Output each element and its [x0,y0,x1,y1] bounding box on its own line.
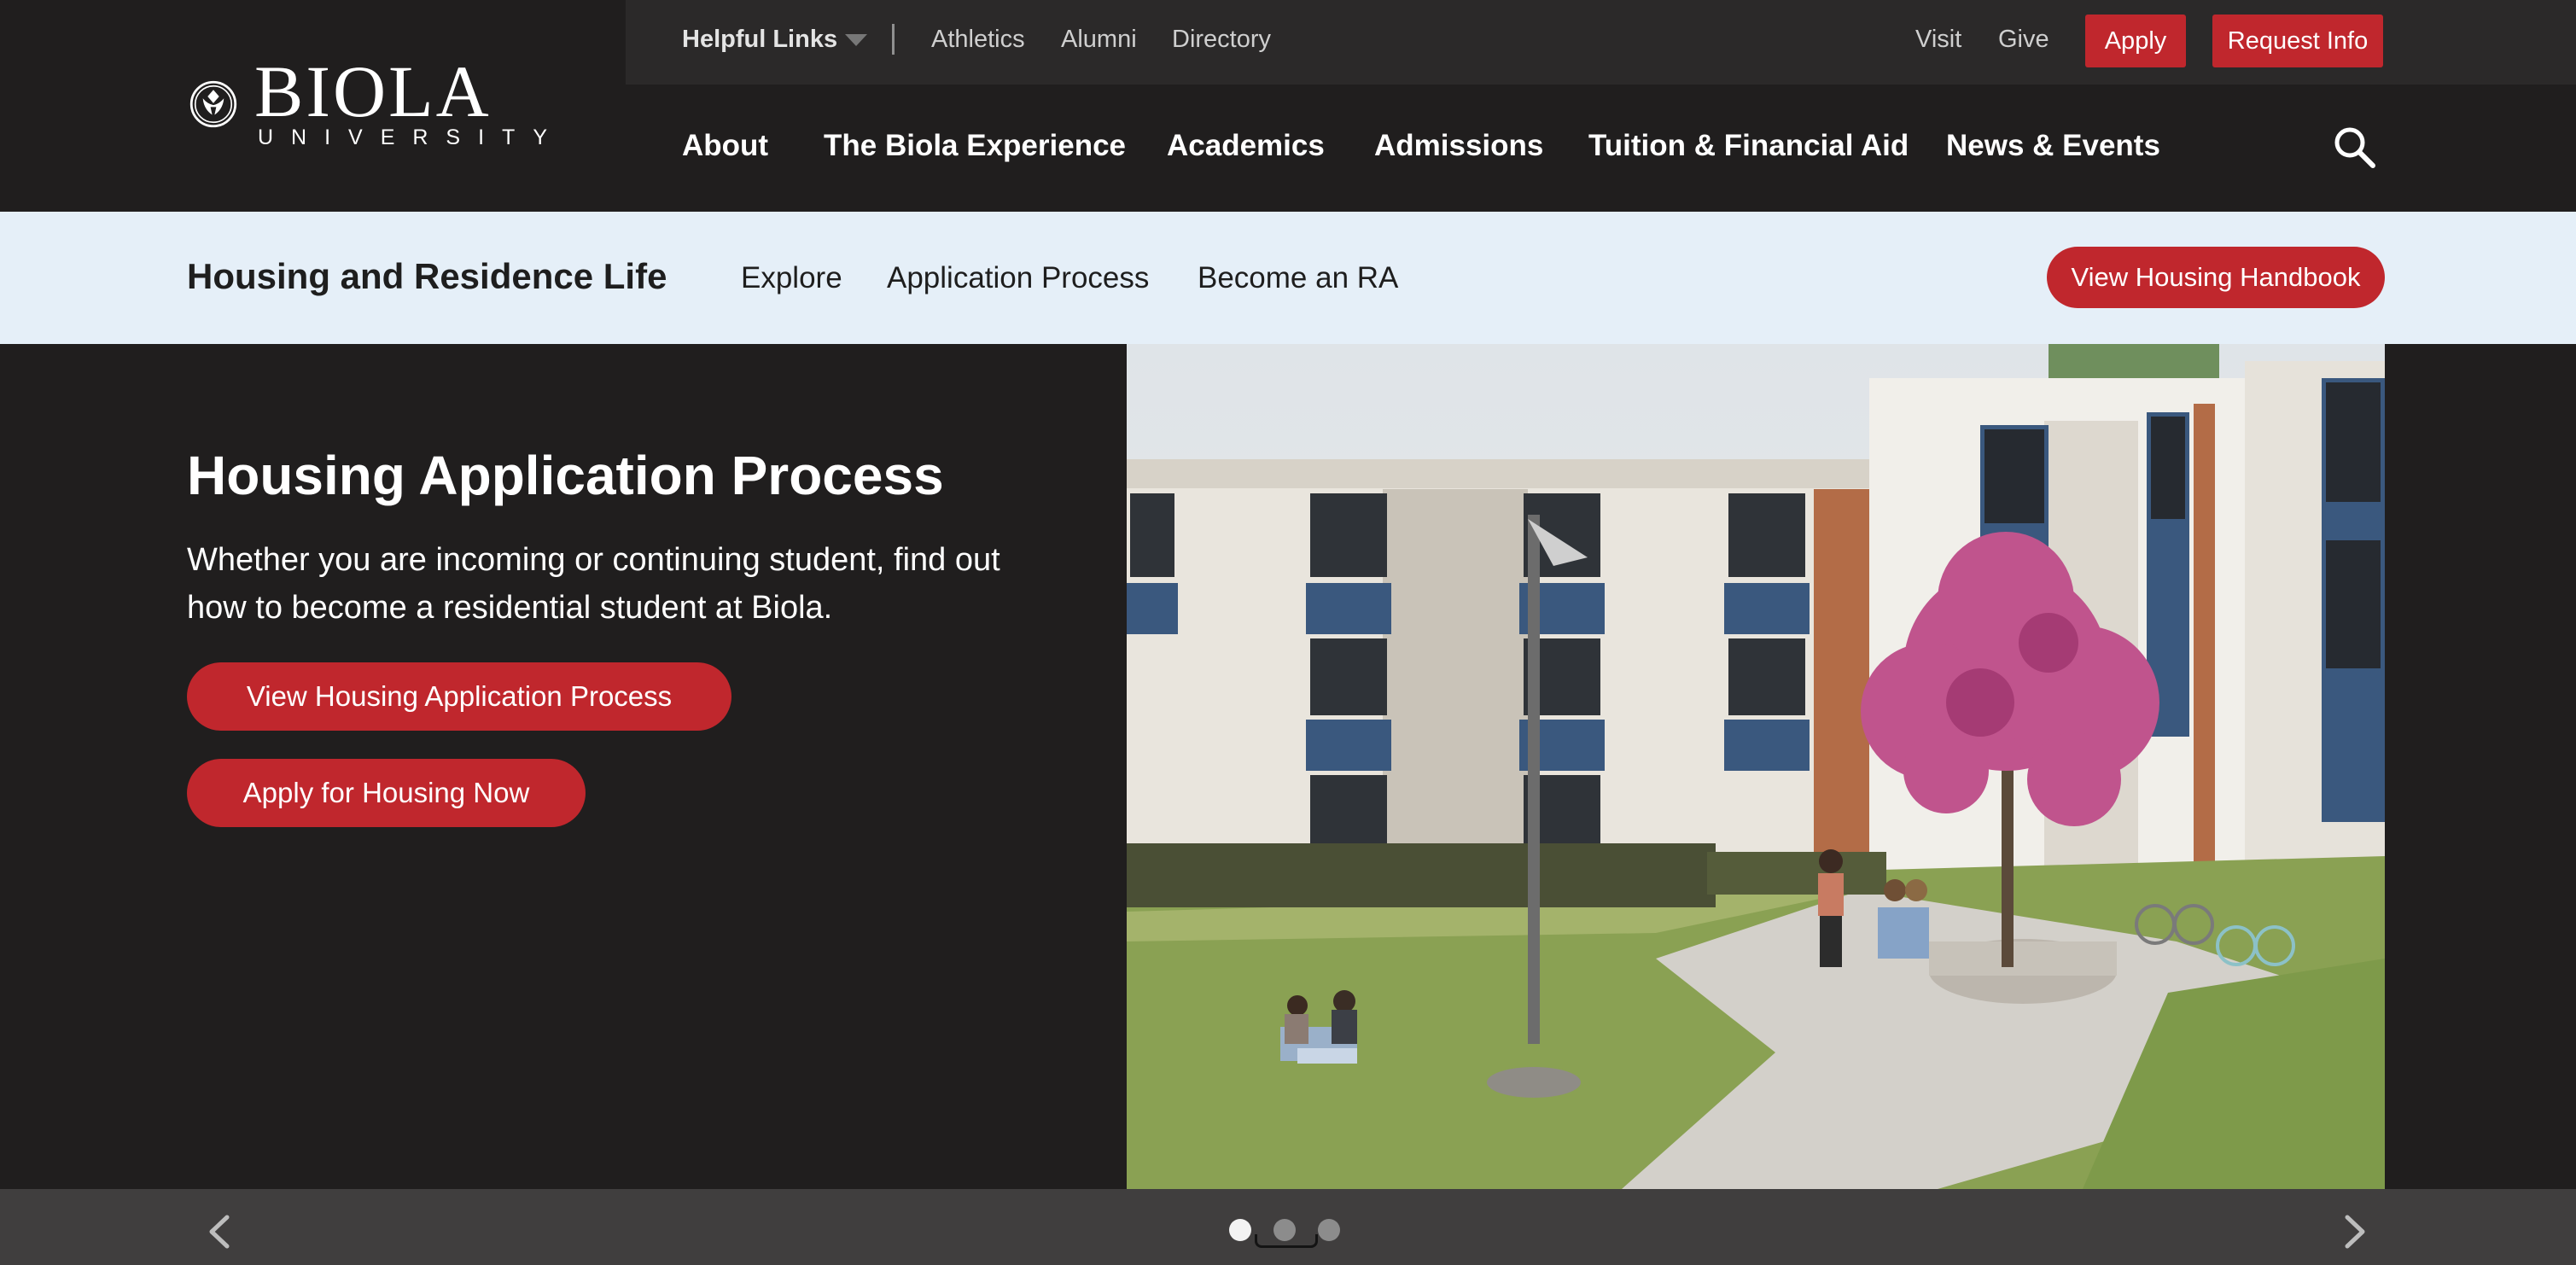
helpful-links-dropdown[interactable]: Helpful Links [682,26,837,54]
subnav-become-ra[interactable]: Become an RA [1198,261,1398,295]
search-icon[interactable] [2332,125,2376,169]
util-link-give[interactable]: Give [1998,26,2049,54]
logo-wordmark: BIOLA [254,50,492,132]
util-link-athletics[interactable]: Athletics [931,26,1025,54]
util-link-visit[interactable]: Visit [1915,26,1961,54]
apply-button[interactable]: Apply [2085,15,2186,67]
view-housing-application-button[interactable]: View Housing Application Process [187,662,731,731]
util-link-directory[interactable]: Directory [1172,26,1271,54]
utility-bar: Helpful Links Athletics Alumni Directory… [626,0,2576,85]
apply-for-housing-button[interactable]: Apply for Housing Now [187,759,586,827]
nav-about[interactable]: About [682,129,768,163]
request-info-button[interactable]: Request Info [2212,15,2383,67]
biola-logo[interactable]: BIOLA UNIVERSITY [189,50,565,159]
subnav-application-process[interactable]: Application Process [887,261,1149,295]
view-housing-handbook-button[interactable]: View Housing Handbook [2047,247,2385,308]
chevron-down-icon[interactable] [845,34,867,46]
carousel-dot[interactable] [1318,1219,1340,1241]
chevron-left-icon[interactable] [201,1212,236,1251]
nav-tuition-financial-aid[interactable]: Tuition & Financial Aid [1588,129,1909,163]
nav-admissions[interactable]: Admissions [1374,129,1543,163]
nav-academics[interactable]: Academics [1167,129,1325,163]
residence-hall-photo [1127,344,2385,1189]
carousel-dot[interactable] [1229,1219,1251,1241]
subnav-explore[interactable]: Explore [741,261,842,295]
nav-biola-experience[interactable]: The Biola Experience [824,129,1126,163]
section-title[interactable]: Housing and Residence Life [187,256,667,297]
hero-title: Housing Application Process [187,445,944,506]
biola-seal-icon [189,80,237,128]
nav-news-events[interactable]: News & Events [1946,129,2160,163]
logo-subtitle: UNIVERSITY [257,125,565,149]
hero-description: Whether you are incoming or continuing s… [187,542,1000,626]
site-header: BIOLA UNIVERSITY Helpful Links Athletics… [0,0,2576,212]
utility-divider [892,24,895,55]
carousel-focus-indicator [1255,1234,1318,1248]
util-link-alumni[interactable]: Alumni [1061,26,1137,54]
chevron-right-icon[interactable] [2339,1212,2373,1251]
